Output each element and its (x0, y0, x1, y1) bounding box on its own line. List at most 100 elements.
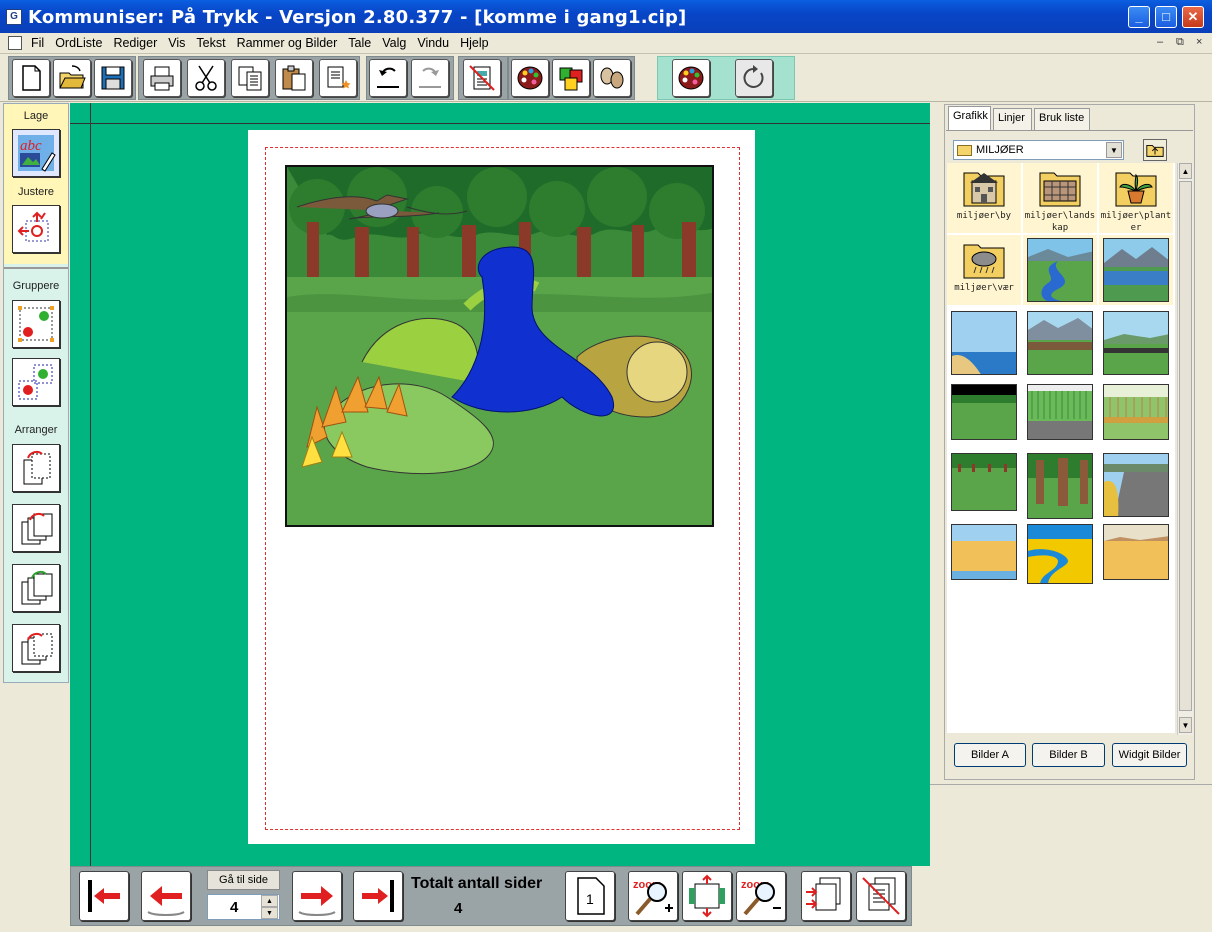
new-document-icon (22, 65, 41, 91)
colour-squares-button[interactable] (552, 59, 590, 97)
gallery-item-river[interactable] (1023, 235, 1097, 305)
print-button[interactable] (143, 59, 181, 97)
mdi-minimize-button[interactable]: – (1157, 36, 1163, 48)
mdi-close-button[interactable]: × (1196, 36, 1202, 48)
folder-select-value: MILJØER (976, 144, 1024, 156)
eggs-button[interactable] (593, 59, 631, 97)
refresh-button[interactable] (735, 59, 773, 97)
menu-ordliste[interactable]: OrdListe (55, 36, 108, 50)
zoom-in-button[interactable]: zoom (628, 871, 678, 921)
gallery-folder-by[interactable]: miljøer\by (947, 163, 1021, 233)
bilder-a-button[interactable]: Bilder A (954, 743, 1026, 767)
close-button[interactable]: ✕ (1182, 6, 1204, 28)
tab-bruk-liste[interactable]: Bruk liste (1034, 108, 1090, 130)
folder-select[interactable]: MILJØER ▼ (953, 140, 1124, 160)
first-page-button[interactable] (79, 871, 129, 921)
next-page-button[interactable] (292, 871, 342, 921)
previous-page-button[interactable] (141, 871, 191, 921)
scroll-down-icon[interactable]: ▼ (1179, 717, 1192, 733)
gallery-item-forest[interactable] (1023, 450, 1097, 520)
mdi-restore-button[interactable]: ⧉ (1176, 36, 1184, 49)
gallery-folder-vaer[interactable]: miljøer\vær (947, 235, 1021, 305)
save-button[interactable] (94, 59, 132, 97)
dinosaur-picture-frame[interactable] (285, 165, 714, 527)
menu-tekst[interactable]: Tekst (196, 36, 231, 50)
gallery-folder-planter[interactable]: miljøer\planter (1099, 163, 1173, 233)
minimize-button[interactable]: _ (1128, 6, 1150, 28)
guide-line-vertical[interactable] (90, 103, 91, 866)
bring-to-front-tool[interactable] (12, 444, 60, 492)
colour-palette-button[interactable] (511, 59, 549, 97)
paste-special-button[interactable] (319, 59, 357, 97)
document-icon[interactable] (8, 36, 22, 50)
colour-palette-2-button[interactable] (672, 59, 710, 97)
send-to-back-tool[interactable] (12, 624, 60, 672)
arrange-forward-icon (21, 512, 53, 545)
guide-line-horizontal[interactable] (70, 123, 930, 124)
gallery-item-forest-edge[interactable] (947, 450, 1021, 520)
menu-rammer-og-bilder[interactable]: Rammer og Bilder (237, 36, 344, 50)
group-tool[interactable] (12, 300, 60, 348)
gallery-item-fence[interactable] (1099, 381, 1173, 451)
gallery-item-railway[interactable] (1099, 308, 1173, 378)
zoom-out-button[interactable]: zoom (736, 871, 786, 921)
gallery-item-desert[interactable] (1099, 521, 1173, 591)
gallery-item-river-sand[interactable] (1023, 521, 1097, 591)
menu-valg[interactable]: Valg (382, 36, 412, 50)
single-page-icon: 1 (577, 877, 605, 915)
landscape-folder-icon (1039, 172, 1081, 207)
tab-grafikk[interactable]: Grafikk (948, 106, 991, 130)
cut-button[interactable] (187, 59, 225, 97)
gallery-scrollbar[interactable]: ▲ ▼ (1177, 163, 1193, 735)
toolbar (0, 54, 1212, 102)
gallery-item-tennis[interactable] (1023, 381, 1097, 451)
chevron-down-icon[interactable]: ▼ (1106, 142, 1122, 158)
redo-button[interactable] (411, 59, 449, 97)
fit-page-button[interactable] (682, 871, 732, 921)
widgit-bilder-button[interactable]: Widgit Bilder (1112, 743, 1187, 767)
valley-thumbnail (1027, 311, 1093, 375)
gallery-item-desert-sea[interactable] (947, 521, 1021, 591)
delete-page-button[interactable] (856, 871, 906, 921)
toolbox-divider (4, 267, 68, 269)
gallery-item-field[interactable] (947, 381, 1021, 451)
paste-button[interactable] (275, 59, 313, 97)
menu-rediger[interactable]: Rediger (113, 36, 163, 50)
app-icon[interactable]: G (6, 9, 22, 25)
scrollbar-thumb[interactable] (1179, 181, 1192, 711)
single-page-view-button[interactable]: 1 (565, 871, 615, 921)
spell-check-button[interactable] (463, 59, 501, 97)
insert-page-button[interactable] (801, 871, 851, 921)
spell-check-off-icon (469, 65, 495, 91)
menu-vis[interactable]: Vis (168, 36, 191, 50)
up-folder-button[interactable] (1143, 139, 1167, 161)
menu-vindu[interactable]: Vindu (417, 36, 455, 50)
undo-button[interactable] (369, 59, 407, 97)
copy-icon (238, 66, 262, 91)
send-backward-tool[interactable] (12, 564, 60, 612)
gallery-item-cliff[interactable] (1099, 450, 1173, 520)
copy-button[interactable] (231, 59, 269, 97)
step-up-icon[interactable]: ▲ (261, 895, 278, 907)
ungroup-tool[interactable] (12, 358, 60, 406)
gallery-item-valley[interactable] (1023, 308, 1097, 378)
page-stepper[interactable]: ▲ ▼ (261, 895, 278, 919)
new-document-button[interactable] (12, 59, 50, 97)
step-down-icon[interactable]: ▼ (261, 907, 278, 919)
adjust-tool[interactable] (12, 205, 60, 253)
gallery-item-beach[interactable] (947, 308, 1021, 378)
scroll-up-icon[interactable]: ▲ (1179, 163, 1192, 179)
folder-up-icon (1146, 145, 1164, 157)
gallery-folder-landskap[interactable]: miljøer\landskap (1023, 163, 1097, 233)
tab-linjer[interactable]: Linjer (993, 108, 1032, 130)
gallery-item-lake[interactable] (1099, 235, 1173, 305)
menu-fil[interactable]: Fil (31, 36, 50, 50)
menu-tale[interactable]: Tale (348, 36, 377, 50)
maximize-button[interactable]: □ (1155, 6, 1177, 28)
open-button[interactable] (53, 59, 91, 97)
create-text-frame-tool[interactable]: abc (12, 129, 60, 177)
menu-hjelp[interactable]: Hjelp (460, 36, 495, 50)
bring-forward-tool[interactable] (12, 504, 60, 552)
last-page-button[interactable] (353, 871, 403, 921)
bilder-b-button[interactable]: Bilder B (1032, 743, 1105, 767)
